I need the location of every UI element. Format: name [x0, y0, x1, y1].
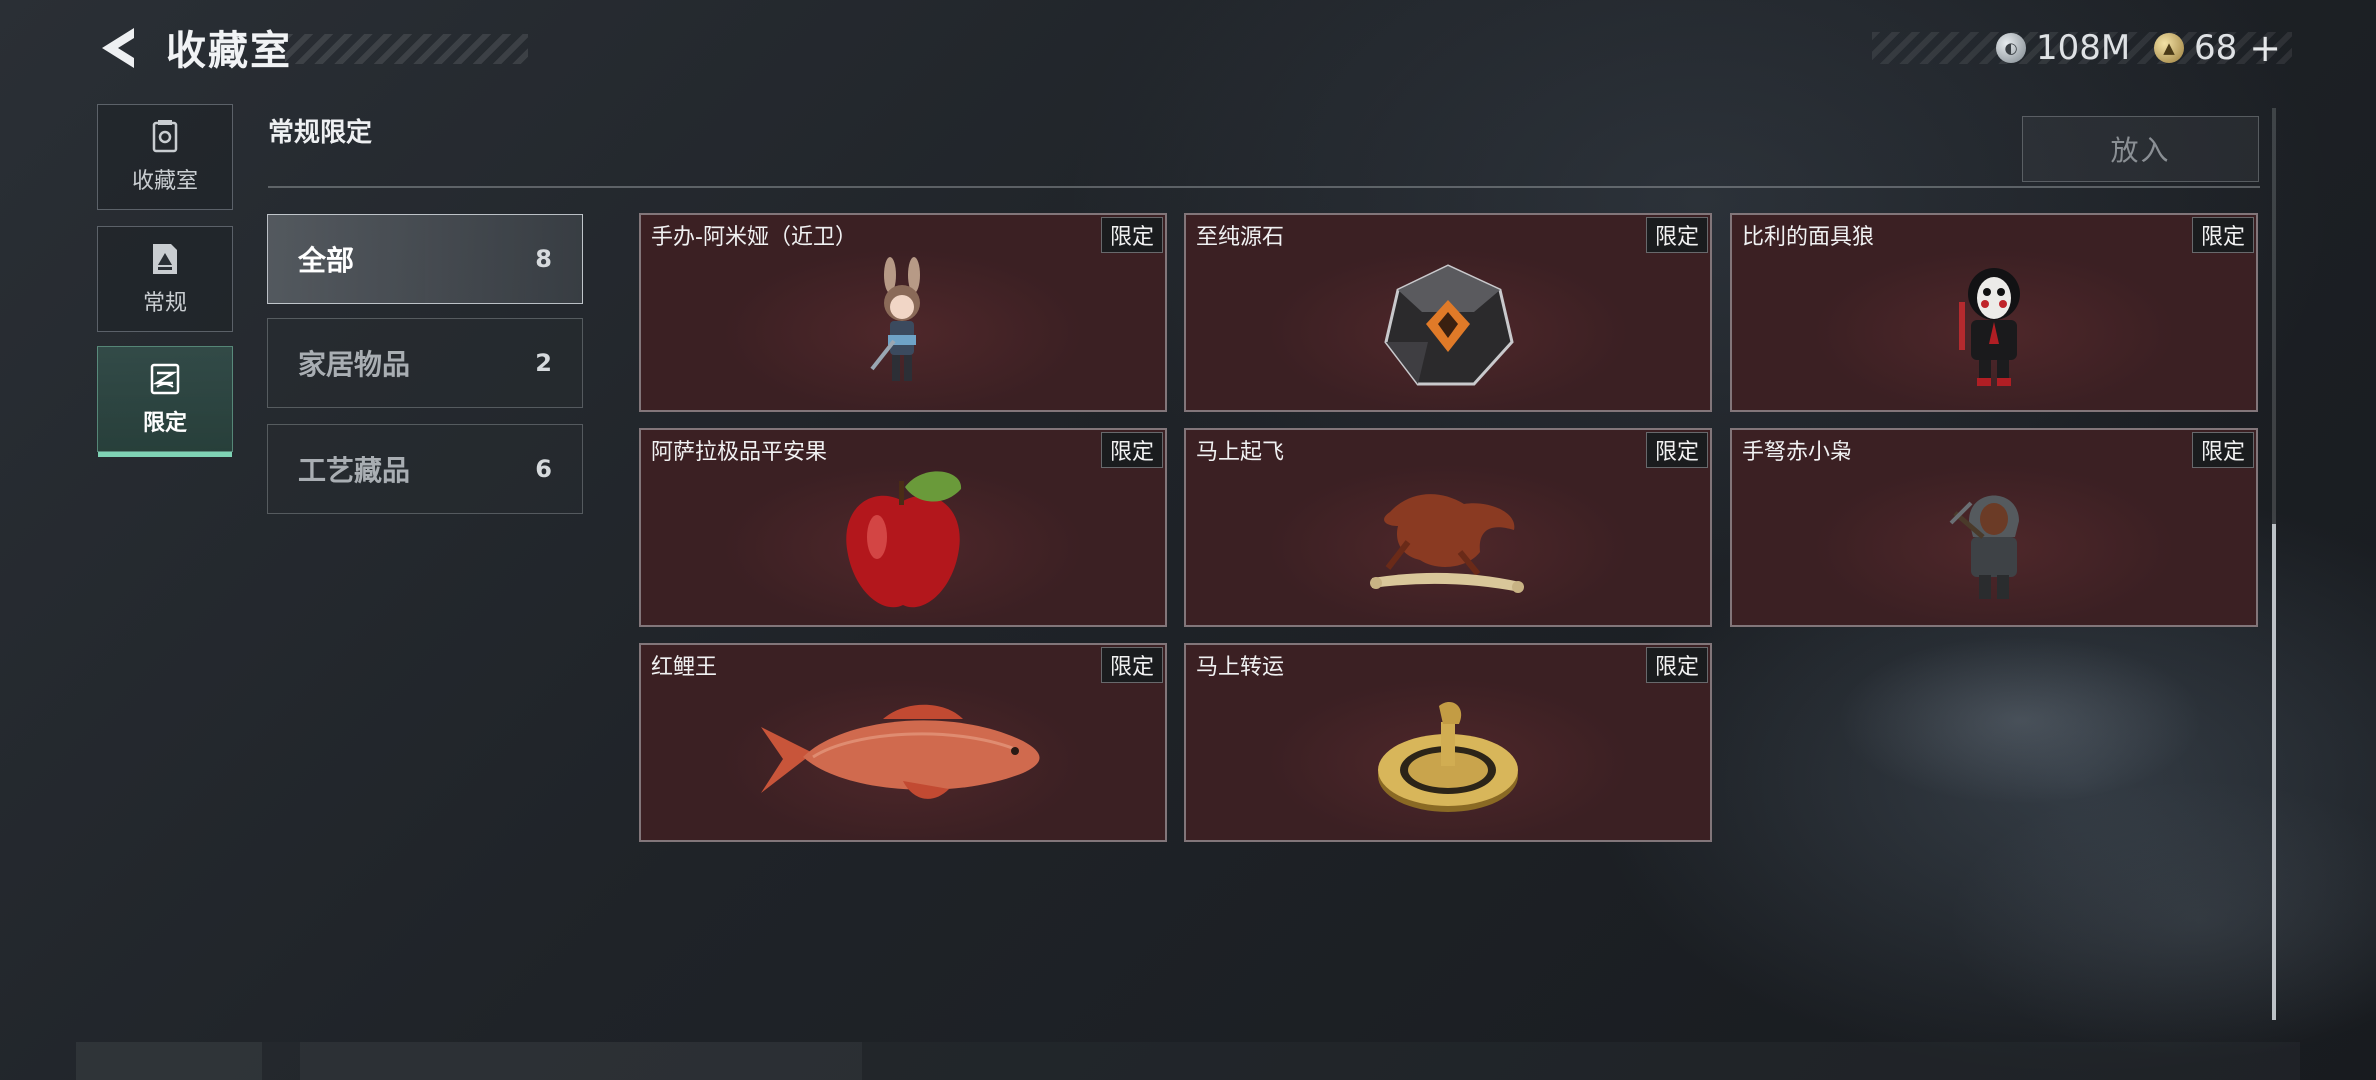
item-name: 比利的面具狼	[1742, 225, 1875, 250]
billy-mask-figure-icon	[1732, 243, 2256, 410]
item-name: 马上转运	[1196, 655, 1285, 680]
limited-tag: 限定	[1645, 432, 1708, 468]
title-stripe	[285, 34, 528, 64]
nav-label-regular: 常规	[142, 291, 187, 316]
storm-background	[1600, 560, 2376, 1080]
category-label: 家居物品	[298, 348, 411, 381]
item-card[interactable]: 至纯源石 限定	[1184, 213, 1712, 412]
limited-tag: 限定	[2191, 432, 2254, 468]
back-arrow-icon	[102, 28, 134, 68]
vault-icon	[152, 120, 178, 153]
red-apple-icon	[641, 458, 1165, 625]
limited-tag: 限定	[1100, 432, 1163, 468]
bronze-horse-icon	[1186, 458, 1710, 625]
gold-coin-icon: ▲	[2154, 33, 2184, 63]
item-card[interactable]: 手办-阿米娅（近卫） 限定	[639, 213, 1167, 412]
nav-item-limited[interactable]: 限定	[97, 346, 233, 457]
item-card[interactable]: 阿萨拉极品平安果 限定	[639, 428, 1167, 627]
put-in-button[interactable]: 放入	[2022, 116, 2259, 182]
category-label: 全部	[298, 244, 355, 277]
category-household[interactable]: 家居物品 2	[267, 318, 583, 408]
item-card[interactable]: 红鲤王 限定	[639, 643, 1167, 842]
item-name: 手办-阿米娅（近卫）	[651, 225, 857, 250]
silver-amount: 108M	[2036, 28, 2131, 68]
currency-gold[interactable]: ▲ 68 +	[2154, 24, 2281, 72]
nav-label-limited: 限定	[142, 411, 187, 436]
bottom-segment	[300, 1042, 862, 1080]
nav-item-regular[interactable]: 常规	[97, 226, 233, 332]
category-count: 8	[535, 245, 552, 273]
title-wrap: 收藏室	[166, 22, 292, 74]
crossbow-figure-icon	[1732, 458, 2256, 625]
item-name: 红鲤王	[651, 655, 718, 680]
bottom-segment	[76, 1042, 262, 1080]
category-all[interactable]: 全部 8	[267, 214, 583, 304]
category-count: 6	[535, 455, 552, 483]
page-title: 收藏室	[166, 28, 292, 74]
category-count: 2	[535, 349, 552, 377]
regular-card-icon	[153, 244, 177, 274]
scrollbar-thumb[interactable]	[2272, 524, 2276, 1020]
originium-crystal-icon	[1186, 243, 1710, 410]
limited-tag: 限定	[1645, 217, 1708, 253]
limited-card-icon	[150, 363, 180, 395]
section-divider	[268, 186, 2260, 188]
item-card[interactable]: 手弩赤小枭 限定	[1730, 428, 2258, 627]
section-title: 常规限定	[268, 118, 373, 148]
item-name: 阿萨拉极品平安果	[651, 440, 828, 465]
currency-silver[interactable]: ◐ 108M	[1996, 24, 2130, 72]
limited-tag: 限定	[1645, 647, 1708, 683]
limited-tag: 限定	[2191, 217, 2254, 253]
item-name: 至纯源石	[1196, 225, 1285, 250]
limited-tag: 限定	[1100, 647, 1163, 683]
red-carp-icon	[641, 673, 1165, 840]
figure-amiya-icon	[641, 243, 1165, 410]
category-label: 工艺藏品	[298, 454, 411, 487]
nav-label-vault: 收藏室	[131, 169, 198, 194]
item-card[interactable]: 比利的面具狼 限定	[1730, 213, 2258, 412]
category-craft[interactable]: 工艺藏品 6	[267, 424, 583, 514]
item-card[interactable]: 马上转运 限定	[1184, 643, 1712, 842]
item-name: 马上起飞	[1196, 440, 1285, 465]
silver-coin-icon: ◐	[1996, 33, 2026, 63]
item-card[interactable]: 马上起飞 限定	[1184, 428, 1712, 627]
add-currency-button[interactable]: +	[2249, 26, 2281, 70]
golden-coin-horse-icon	[1186, 673, 1710, 840]
back-button[interactable]	[96, 24, 144, 72]
gold-amount: 68	[2194, 28, 2238, 68]
nav-item-vault[interactable]: 收藏室	[97, 104, 233, 210]
item-name: 手弩赤小枭	[1742, 440, 1853, 465]
limited-tag: 限定	[1100, 217, 1163, 253]
top-bar: 收藏室 ◐ 108M ▲ 68 +	[0, 0, 2376, 100]
